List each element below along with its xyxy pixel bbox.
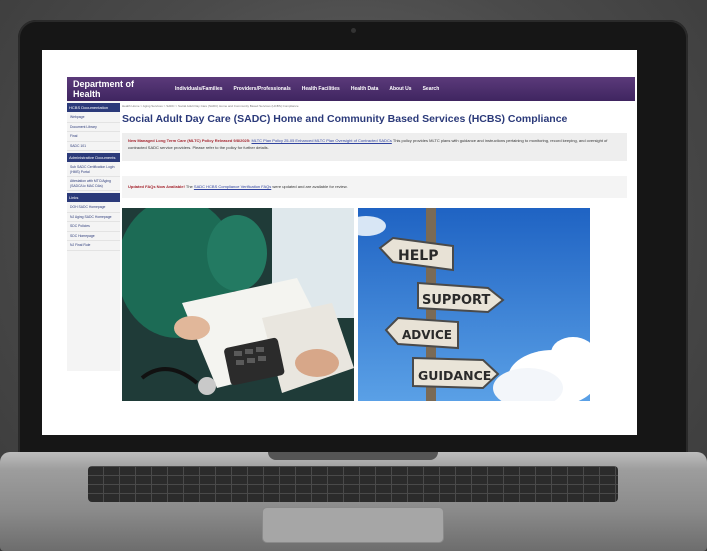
page-title: Social Adult Day Care (SADC) Home and Co… (122, 113, 568, 125)
policy-notice-lead: New Managed Long Term Care (MLTC) Policy… (128, 138, 251, 143)
webcam (351, 28, 356, 33)
sidebar-item-policies[interactable]: SDC Policies (67, 222, 120, 232)
top-navigation: Department of Health Individuals/Familie… (67, 77, 635, 101)
sign-help: HELP (398, 248, 438, 264)
main-content: Health Home > Aging Services > SADC > So… (122, 101, 635, 401)
sidebar-heading-links: Links (67, 193, 120, 202)
laptop-screen: Department of Health Individuals/Familie… (42, 50, 637, 435)
policy-link[interactable]: MLTC Plan Policy 25-05 Enhanced MLTC Pla… (251, 138, 391, 143)
nav-about-us[interactable]: About Us (389, 86, 411, 92)
office-photo (122, 208, 354, 401)
sidebar-item-final-rule[interactable]: NJ Final Rule (67, 241, 120, 251)
faq-notice-pre: The (185, 184, 193, 189)
faq-notice: Updated FAQs Now Available! The SADC HCB… (122, 176, 627, 198)
keyboard (88, 466, 618, 502)
sidebar-item-certification-portal[interactable]: Sub SADC Certification Login (HMS) Porta… (67, 163, 120, 177)
sign-advice: ADVICE (402, 328, 452, 342)
sidebar-item-doh-sadc[interactable]: DOH SADC Homepage (67, 203, 120, 213)
trackpad (263, 508, 443, 542)
signpost-photo: HELP SUPPORT ADVICE GUIDANCE (358, 208, 590, 401)
nav-health-facilities[interactable]: Health Facilities (302, 86, 340, 92)
nav-links: Individuals/Families Providers/Professio… (161, 86, 439, 92)
nav-individuals-families[interactable]: Individuals/Families (175, 86, 223, 92)
faq-notice-body: were updated and are available for revie… (272, 184, 348, 189)
site-brand[interactable]: Department of Health (67, 79, 161, 99)
sidebar-item-sadc-101[interactable]: SADC 101 (67, 142, 120, 151)
sidebar-heading-hcbs: HCBS Documentation (67, 103, 120, 112)
faq-notice-lead: Updated FAQs Now Available! (128, 184, 185, 189)
breadcrumb[interactable]: Health Home > Aging Services > SADC > So… (122, 104, 635, 108)
sidebar-item-webpage[interactable]: Webpage (67, 113, 120, 123)
sign-support: SUPPORT (422, 293, 490, 308)
nav-providers-professionals[interactable]: Providers/Professionals (234, 86, 291, 92)
sidebar-item-homepage[interactable]: SDC Homepage (67, 232, 120, 241)
sign-guidance: GUIDANCE (418, 368, 491, 383)
sidebar-item-attestation[interactable]: Attestation with MTC/Aging (SADC/Lic MAC… (67, 177, 120, 191)
policy-notice: New Managed Long Term Care (MLTC) Policy… (122, 133, 627, 161)
nav-health-data[interactable]: Health Data (351, 86, 379, 92)
sidebar-item-final[interactable]: Final (67, 132, 120, 142)
sidebar-heading-admin: Administrative Documents (67, 153, 120, 162)
sidebar-item-aging-sadc[interactable]: NJ Aging SADC Homepage (67, 213, 120, 222)
laptop-hinge (268, 452, 438, 460)
faq-link[interactable]: SADC HCBS Compliance Verification FAQs (194, 184, 271, 189)
nav-search[interactable]: Search (423, 86, 440, 92)
sidebar: HCBS Documentation Webpage Document Libr… (67, 101, 120, 371)
sidebar-item-document-library[interactable]: Document Library (67, 123, 120, 132)
